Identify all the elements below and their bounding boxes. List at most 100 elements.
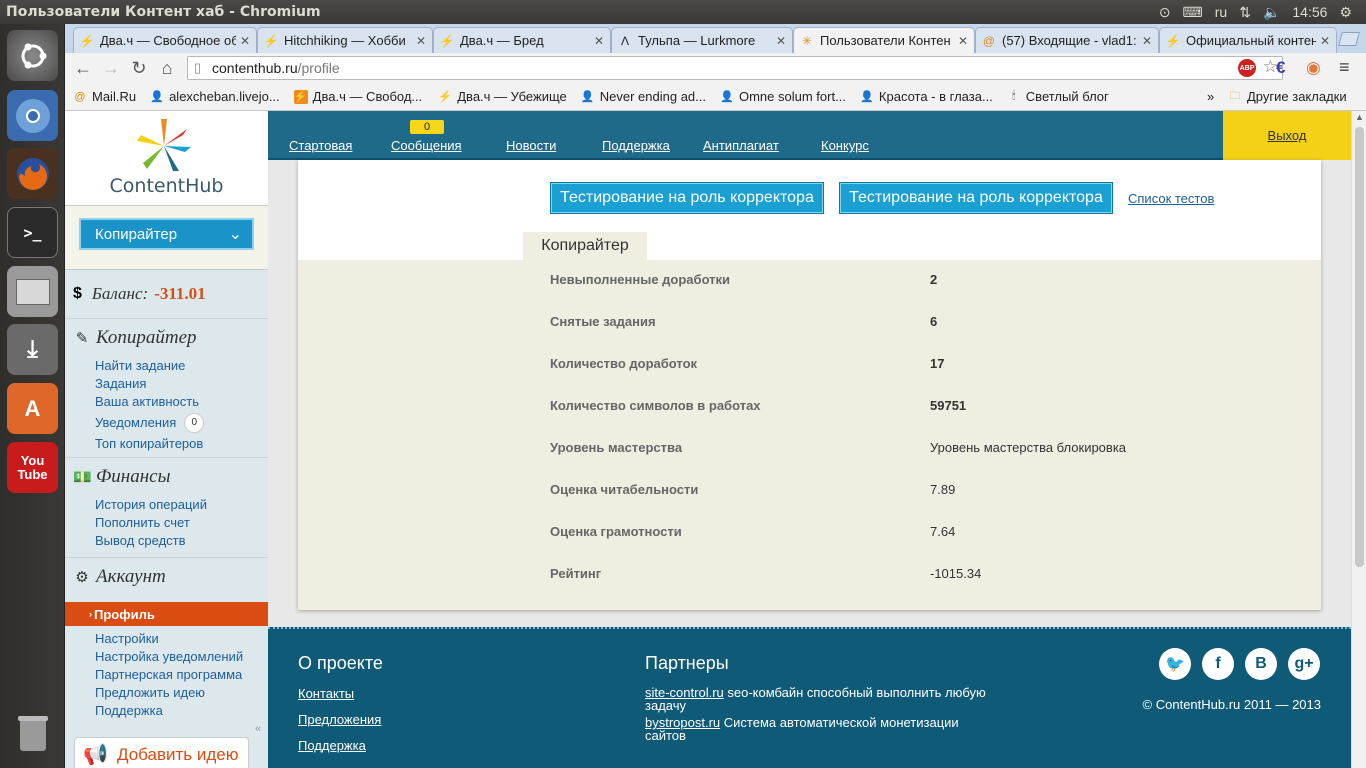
stat-row: Снятые задания 6 bbox=[550, 314, 938, 329]
terminal-icon[interactable]: >_ bbox=[7, 207, 58, 258]
close-icon[interactable]: ✕ bbox=[776, 34, 786, 48]
twitter-icon[interactable]: 🐦 bbox=[1159, 648, 1191, 680]
menu-icon[interactable]: ≡ bbox=[1339, 57, 1350, 78]
test-proofreader-button-2[interactable]: Тестирование на роль корректора bbox=[839, 182, 1113, 214]
chromium-icon[interactable] bbox=[7, 90, 58, 141]
close-icon[interactable]: ✕ bbox=[1142, 34, 1152, 48]
nav-contest[interactable]: Конкурс bbox=[821, 138, 869, 153]
trash-icon[interactable] bbox=[7, 707, 58, 758]
tab-3[interactable]: Λ Тульпа — Lurkmore ✕ bbox=[611, 27, 793, 53]
bookmark-6[interactable]: 👤 Красота - в глаза... bbox=[860, 89, 993, 104]
firefox-icon[interactable] bbox=[7, 148, 58, 199]
scrollbar-thumb[interactable] bbox=[1355, 127, 1364, 567]
keyboard-icon[interactable]: ⌨ bbox=[1183, 4, 1203, 21]
nav-messages[interactable]: Сообщения bbox=[391, 138, 462, 153]
collapse-icon[interactable]: « bbox=[255, 723, 261, 735]
bolt-icon: ⚡ bbox=[293, 89, 308, 104]
link-suggest-idea[interactable]: Предложить идею bbox=[95, 684, 268, 702]
rss-icon[interactable]: ◉ bbox=[1306, 58, 1321, 78]
forward-button[interactable]: → bbox=[97, 54, 125, 82]
link-activity[interactable]: Ваша активность bbox=[95, 393, 268, 411]
link-topup[interactable]: Пополнить счет bbox=[95, 514, 268, 532]
bookmark-5[interactable]: 👤 Omne solum fort... bbox=[720, 89, 846, 104]
scroll-up-icon[interactable]: ▲ bbox=[1355, 112, 1364, 122]
files-icon[interactable] bbox=[7, 266, 58, 317]
network-icon[interactable]: ⇅ bbox=[1239, 4, 1251, 21]
role-tab[interactable]: Копирайтер bbox=[523, 232, 647, 260]
link-tasks[interactable]: Задания bbox=[95, 375, 268, 393]
close-icon[interactable]: ✕ bbox=[416, 34, 426, 48]
bolt-icon: ⚡ bbox=[79, 33, 95, 48]
keyboard-layout[interactable]: ru bbox=[1215, 4, 1227, 20]
new-tab-button[interactable] bbox=[1338, 32, 1360, 46]
chevron-down-icon: ⌄ bbox=[228, 226, 242, 243]
gear-icon[interactable]: ⚙ bbox=[1339, 4, 1352, 21]
tab-1[interactable]: ⚡ Hitchhiking — Хобби ✕ bbox=[257, 27, 433, 53]
link-notifications[interactable]: Уведомления 0 bbox=[95, 411, 268, 435]
bookmark-1[interactable]: 👤 alexcheban.livejo... bbox=[150, 89, 279, 104]
tab-2[interactable]: ⚡ Два.ч — Бред ✕ bbox=[433, 27, 611, 53]
other-bookmarks[interactable]: 🗀 Другие закладки bbox=[1228, 89, 1347, 104]
footer: О проекте Контакты Предложения Поддержка… bbox=[268, 627, 1351, 768]
bookmarks-overflow-button[interactable]: » bbox=[1207, 89, 1214, 104]
adblock-icon[interactable]: ABP bbox=[1238, 59, 1256, 77]
link-notification-settings[interactable]: Настройка уведомлений bbox=[95, 648, 268, 666]
bookmark-2[interactable]: ⚡ Два.ч — Свобод... bbox=[293, 89, 422, 104]
ubuntu-dash-icon[interactable] bbox=[7, 30, 58, 81]
megaphone-icon: 📢 bbox=[83, 744, 108, 766]
close-icon[interactable]: ✕ bbox=[1320, 34, 1330, 48]
nav-news[interactable]: Новости bbox=[506, 138, 556, 153]
role-select[interactable]: Копирайтер ⌄ bbox=[79, 218, 254, 250]
link-operations[interactable]: История операций bbox=[95, 496, 268, 514]
close-icon[interactable]: ✕ bbox=[958, 34, 968, 48]
nav-antiplagiat[interactable]: Антиплагиат bbox=[703, 138, 779, 153]
back-button[interactable]: ← bbox=[69, 54, 97, 82]
youtube-icon[interactable]: You Tube bbox=[7, 442, 58, 493]
tab-6[interactable]: ⚡ Официальный контент ✕ bbox=[1159, 27, 1337, 53]
nav-start[interactable]: Стартовая bbox=[289, 138, 352, 153]
test-list-link[interactable]: Список тестов bbox=[1128, 191, 1214, 206]
software-center-icon[interactable]: A bbox=[7, 383, 58, 434]
bookmark-3[interactable]: ⚡ Два.ч — Убежище bbox=[438, 89, 566, 104]
link-find-task[interactable]: Найти задание bbox=[95, 357, 268, 375]
close-icon[interactable]: ✕ bbox=[594, 34, 604, 48]
volume-icon[interactable]: 🔈 bbox=[1263, 4, 1280, 21]
chrome-indicator-icon[interactable]: ⊙ bbox=[1159, 4, 1171, 21]
nav-support[interactable]: Поддержка bbox=[602, 138, 670, 153]
link-partner-program[interactable]: Партнерская программа bbox=[95, 666, 268, 684]
link-profile[interactable]: › Профиль bbox=[65, 602, 268, 626]
bookmark-4[interactable]: 👤 Never ending ad... bbox=[581, 89, 706, 104]
logo[interactable]: ContentHub bbox=[65, 111, 268, 206]
footer-suggestions-link[interactable]: Предложения bbox=[298, 712, 381, 727]
add-idea-button[interactable]: 📢 Добавить идею bbox=[74, 737, 249, 768]
reload-button[interactable]: ↻ bbox=[125, 54, 153, 82]
bookmark-7[interactable]: 🕯 Светлый блог bbox=[1007, 89, 1109, 104]
link-top-copywriters[interactable]: Топ копирайтеров bbox=[95, 435, 268, 453]
installer-icon[interactable]: ⤓ bbox=[7, 324, 58, 375]
top-nav: Стартовая 0 Сообщения Новости Поддержка … bbox=[268, 111, 1351, 160]
finance-section: 💵 Финансы История операций Пополнить счет… bbox=[65, 458, 268, 558]
facebook-icon[interactable]: f bbox=[1202, 648, 1234, 680]
link-support[interactable]: Поддержка bbox=[95, 702, 268, 720]
page-scrollbar[interactable]: ▲ bbox=[1351, 111, 1366, 768]
extension-c-icon[interactable]: € bbox=[1276, 58, 1285, 78]
test-proofreader-button[interactable]: Тестирование на роль корректора bbox=[550, 182, 824, 214]
address-bar[interactable]: ▯ contenthub.ru/profile ABP ☆ bbox=[187, 56, 1283, 80]
copywriter-section: ✎ Копирайтер Найти задание Задания Ваша а… bbox=[65, 319, 268, 458]
close-icon[interactable]: ✕ bbox=[240, 34, 250, 48]
money-icon: 💵 bbox=[73, 469, 92, 486]
link-withdraw[interactable]: Вывод средств bbox=[95, 532, 268, 550]
tab-4[interactable]: ✳ Пользователи Контен ✕ bbox=[793, 27, 975, 53]
vk-icon[interactable]: B bbox=[1245, 648, 1277, 680]
logout-button[interactable]: Выход bbox=[1223, 111, 1351, 160]
footer-support-link[interactable]: Поддержка bbox=[298, 738, 366, 753]
mailru-icon: @ bbox=[74, 90, 86, 103]
tab-5[interactable]: @ (57) Входящие - vlad1: ✕ bbox=[975, 27, 1159, 53]
clock[interactable]: 14:56 bbox=[1292, 4, 1327, 20]
tab-0[interactable]: ⚡ Два.ч — Свободное об ✕ bbox=[73, 27, 257, 53]
bookmark-0[interactable]: @ Mail.Ru bbox=[73, 89, 136, 104]
footer-contacts-link[interactable]: Контакты bbox=[298, 686, 354, 701]
googleplus-icon[interactable]: g+ bbox=[1288, 648, 1320, 680]
link-settings[interactable]: Настройки bbox=[95, 630, 268, 648]
home-button[interactable]: ⌂ bbox=[153, 54, 181, 82]
